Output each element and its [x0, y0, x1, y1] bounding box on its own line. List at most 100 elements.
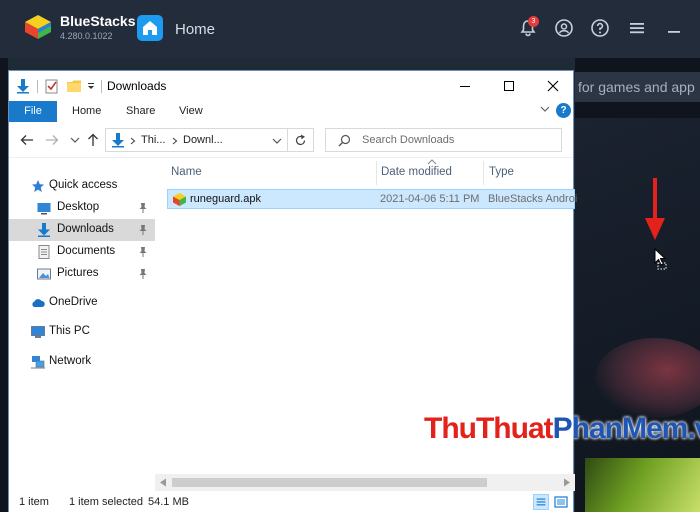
up-arrow-icon: [88, 133, 98, 146]
column-divider[interactable]: [483, 161, 484, 185]
menu-icon[interactable]: [627, 18, 647, 38]
pin-icon: [139, 225, 147, 235]
close-icon: [547, 80, 559, 92]
maximize-button[interactable]: [487, 71, 531, 101]
minimize-icon[interactable]: [664, 18, 684, 38]
tab-view[interactable]: View: [179, 105, 203, 117]
downloads-icon: [38, 223, 50, 237]
minimize-window-icon: [460, 86, 470, 87]
pin-icon: [139, 203, 147, 213]
file-date-modified: 2021-04-06 5:11 PM: [380, 193, 480, 205]
nav-label: This PC: [49, 325, 90, 337]
nav-label: Quick access: [49, 179, 118, 191]
forward-arrow-icon: [46, 135, 59, 145]
close-button[interactable]: [531, 71, 575, 101]
watermark: ThuThuatPhanMem.vn: [424, 412, 700, 446]
search-icon: [338, 134, 351, 147]
tab-share[interactable]: Share: [126, 105, 155, 117]
app-name: BlueStacks: [60, 13, 136, 29]
refresh-icon: [295, 134, 306, 145]
nav-label: Documents: [57, 245, 116, 257]
scroll-left-arrow-icon[interactable]: [159, 478, 167, 487]
column-header-name[interactable]: Name: [171, 166, 202, 178]
nav-item-onedrive[interactable]: OneDrive: [9, 292, 155, 314]
horizontal-scrollbar[interactable]: [155, 474, 575, 491]
recent-locations-button[interactable]: [67, 132, 83, 148]
forward-button[interactable]: [44, 132, 60, 148]
notification-badge: 3: [528, 16, 539, 27]
nav-label: Network: [49, 355, 92, 367]
help-icon[interactable]: [590, 18, 610, 38]
breadcrumb-this-pc[interactable]: Thi...: [141, 134, 165, 146]
maximize-window-icon: [504, 81, 514, 91]
file-type: BlueStacks Androi: [488, 193, 578, 205]
ribbon-expand-chevron-icon[interactable]: [540, 104, 550, 114]
bluestacks-search-bar[interactable]: for games and app: [575, 72, 700, 102]
nav-label: Desktop: [57, 201, 100, 213]
game-tile[interactable]: [585, 458, 700, 512]
breadcrumb-downloads[interactable]: Downl...: [183, 134, 223, 146]
new-folder-icon[interactable]: [66, 78, 82, 94]
onedrive-cloud-icon: [32, 299, 45, 307]
bluestacks-logo-icon: [25, 15, 51, 39]
details-view-icon[interactable]: [533, 494, 549, 510]
back-button[interactable]: [19, 132, 35, 148]
home-icon[interactable]: [137, 15, 163, 41]
nav-item-documents[interactable]: Documents: [9, 241, 155, 263]
large-icons-view-icon[interactable]: [553, 494, 569, 510]
banner-art: [595, 338, 700, 418]
documents-icon: [38, 245, 50, 259]
nav-item-desktop[interactable]: Desktop: [9, 197, 155, 219]
nav-item-downloads[interactable]: Downloads: [9, 219, 155, 241]
column-header-date-modified[interactable]: Date modified: [381, 166, 452, 178]
qa-separator: [37, 80, 38, 93]
refresh-button[interactable]: [288, 128, 314, 152]
nav-label: Downloads: [57, 223, 114, 235]
file-row-runeguard-apk[interactable]: runeguard.apk 2021-04-06 5:11 PM BlueSta…: [167, 189, 578, 209]
back-arrow-icon: [20, 135, 33, 145]
app-version: 4.280.0.1022: [60, 31, 113, 41]
column-divider[interactable]: [376, 161, 377, 185]
bluestacks-banner: [575, 118, 700, 512]
ribbon-tabs: File Home Share View: [9, 101, 573, 122]
status-selected: 1 item selected: [69, 496, 143, 508]
pin-icon: [139, 269, 147, 279]
nav-item-quick-access[interactable]: Quick access: [9, 175, 155, 197]
nav-item-this-pc[interactable]: This PC: [9, 321, 155, 343]
column-header-type[interactable]: Type: [489, 166, 514, 178]
network-icon: [31, 356, 45, 369]
star-icon: [32, 180, 44, 192]
file-name: runeguard.apk: [190, 193, 261, 205]
nav-item-pictures[interactable]: Pictures: [9, 263, 155, 285]
status-size: 54.1 MB: [148, 496, 189, 508]
nav-label: Pictures: [57, 267, 99, 279]
address-dropdown-icon[interactable]: [272, 136, 282, 146]
nav-item-network[interactable]: Network: [9, 351, 155, 373]
address-bar[interactable]: Thi... Downl...: [105, 128, 288, 152]
pictures-icon: [37, 268, 51, 280]
drag-cursor-icon: [654, 248, 667, 270]
properties-checkbox-icon[interactable]: [45, 78, 59, 94]
qa-customize-dropdown-icon[interactable]: [86, 78, 96, 94]
sort-chevron-icon: [427, 159, 437, 165]
watermark-part-3: .vn: [687, 412, 700, 445]
nav-label: OneDrive: [49, 296, 98, 308]
help-button[interactable]: ?: [556, 103, 571, 118]
up-button[interactable]: [85, 132, 101, 148]
scrollbar-thumb[interactable]: [172, 478, 487, 487]
bluestacks-side-edge: [0, 58, 8, 512]
downloads-arrow-icon: [17, 79, 29, 94]
bluestacks-topbar: BlueStacks 4.280.0.1022 Home 3: [0, 0, 700, 58]
red-down-arrow-icon: [645, 178, 665, 240]
downloads-location-icon: [112, 133, 124, 148]
search-box[interactable]: Search Downloads: [325, 128, 562, 152]
tab-file[interactable]: File: [9, 101, 57, 122]
tab-home[interactable]: Home: [72, 105, 101, 117]
home-tab-label[interactable]: Home: [175, 21, 215, 38]
account-icon[interactable]: [554, 18, 574, 38]
minimize-button[interactable]: [443, 71, 487, 101]
scroll-right-arrow-icon[interactable]: [563, 478, 571, 487]
navigation-pane: Quick access Desktop Downloads Documents…: [9, 159, 155, 489]
explorer-titlebar[interactable]: Downloads: [9, 71, 573, 101]
breadcrumb-chevron-icon: [172, 137, 178, 145]
